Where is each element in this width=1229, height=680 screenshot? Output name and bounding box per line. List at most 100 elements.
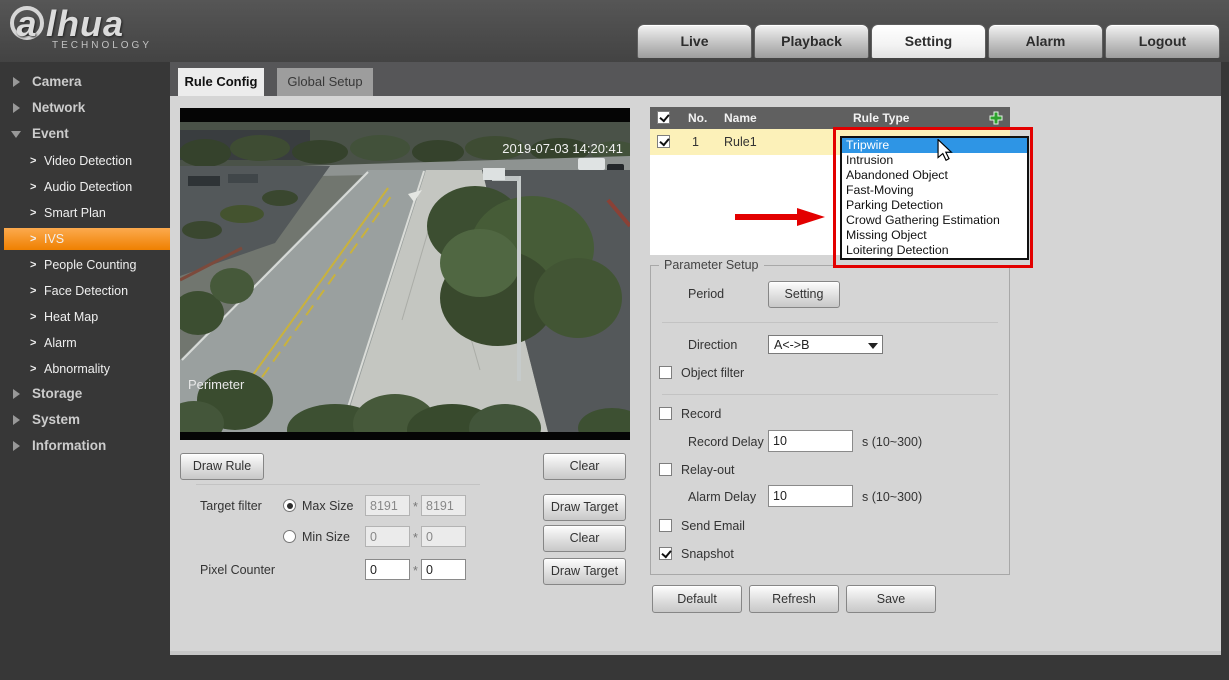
clear-rule-button[interactable]: Clear (543, 453, 626, 480)
sidebar-item-abnormality[interactable]: > Abnormality (0, 358, 170, 380)
dropdown-option-fast-moving[interactable]: Fast-Moving (842, 183, 1027, 198)
dropdown-option-loitering-detection[interactable]: Loitering Detection (842, 243, 1027, 258)
sidebar-item-label: Camera (32, 74, 82, 89)
max-size-radio[interactable] (283, 499, 296, 512)
record-delay-unit: s (10~300) (862, 435, 923, 449)
pixel-counter-label: Pixel Counter (200, 563, 276, 577)
sidebar-item-label: Face Detection (44, 284, 129, 298)
dropdown-option-missing-object[interactable]: Missing Object (842, 228, 1027, 243)
nav-live-button[interactable]: Live (637, 24, 752, 58)
sidebar-item-system[interactable]: System (0, 410, 170, 430)
sidebar-item-smart-plan[interactable]: > Smart Plan (0, 202, 170, 224)
sidebar-item-label: People Counting (44, 258, 137, 272)
object-filter-checkbox[interactable] (659, 366, 672, 379)
sidebar-item-video-detection[interactable]: > Video Detection (0, 150, 170, 172)
times-symbol: * (413, 564, 418, 578)
dropdown-option-intrusion[interactable]: Intrusion (842, 153, 1027, 168)
send-email-label: Send Email (681, 519, 745, 533)
times-symbol: * (413, 531, 418, 545)
nav-alarm-button[interactable]: Alarm (988, 24, 1103, 58)
sidebar-item-network[interactable]: Network (0, 98, 170, 118)
snapshot-checkbox[interactable] (659, 547, 672, 560)
save-button[interactable]: Save (846, 585, 936, 613)
draw-target-button[interactable]: Draw Target (543, 494, 626, 521)
sidebar-item-storage[interactable]: Storage (0, 384, 170, 404)
sidebar-item-camera[interactable]: Camera (0, 72, 170, 92)
nav-setting-button[interactable]: Setting (871, 24, 986, 58)
pixel-width-input[interactable] (365, 559, 410, 580)
logo-subtext: TECHNOLOGY (52, 40, 153, 51)
max-height-input[interactable] (421, 495, 466, 516)
sidebar-item-alarm[interactable]: > Alarm (0, 332, 170, 354)
period-label: Period (688, 287, 725, 301)
sidebar-item-event[interactable]: Event (0, 124, 170, 144)
chevron-right-icon: > (30, 155, 37, 167)
sidebar-item-label: Alarm (44, 336, 77, 350)
sidebar-item-label: System (32, 412, 81, 427)
max-width-input[interactable] (365, 495, 410, 516)
send-email-checkbox[interactable] (659, 519, 672, 532)
annotation-arrow-icon (735, 208, 825, 226)
relay-out-label: Relay-out (681, 463, 735, 477)
min-size-radio[interactable] (283, 530, 296, 543)
sidebar-item-heat-map[interactable]: > Heat Map (0, 306, 170, 328)
times-symbol: * (413, 500, 418, 514)
sidebar-item-people-counting[interactable]: > People Counting (0, 254, 170, 276)
sidebar-item-information[interactable]: Information (0, 436, 170, 456)
sidebar-item-label: IVS (44, 232, 65, 246)
target-filter-label: Target filter (200, 499, 262, 513)
record-checkbox[interactable] (659, 407, 672, 420)
camera-scene: 2019-07-03 14:20:41 Perimeter (180, 108, 630, 440)
default-button[interactable]: Default (652, 585, 742, 613)
pixel-height-input[interactable] (421, 559, 466, 580)
alarm-delay-input[interactable] (768, 485, 853, 507)
period-setting-button[interactable]: Setting (768, 281, 840, 308)
col-no: No. (688, 111, 708, 125)
chevron-right-icon: > (30, 207, 37, 219)
min-size-label: Min Size (302, 530, 350, 544)
dahua-settings-page: a lhua TECHNOLOGY Live Playback Setting A… (0, 0, 1229, 680)
alarm-delay-unit: s (10~300) (862, 490, 923, 504)
sidebar-item-ivs[interactable]: > IVS (4, 228, 170, 250)
min-width-input[interactable] (365, 526, 410, 547)
dropdown-option-parking-detection[interactable]: Parking Detection (842, 198, 1027, 213)
chevron-right-icon: > (30, 181, 37, 193)
direction-select[interactable]: A<->B (768, 335, 883, 354)
select-all-checkbox[interactable] (657, 111, 670, 124)
min-height-input[interactable] (421, 526, 466, 547)
add-rule-plus-icon[interactable] (989, 111, 1003, 125)
draw-rule-button[interactable]: Draw Rule (180, 453, 264, 480)
sidebar-item-label: Audio Detection (44, 180, 133, 194)
chevron-right-icon: > (30, 259, 37, 271)
record-delay-input[interactable] (768, 430, 853, 452)
rule-type-dropdown: Tripwire Intrusion Abandoned Object Fast… (840, 136, 1029, 260)
dropdown-option-crowd-gathering[interactable]: Crowd Gathering Estimation (842, 213, 1027, 228)
draw-target-button-2[interactable]: Draw Target (543, 558, 626, 585)
video-preview[interactable]: 2019-07-03 14:20:41 Perimeter (180, 108, 630, 440)
sidebar-item-label: Storage (32, 386, 83, 401)
dropdown-option-abandoned-object[interactable]: Abandoned Object (842, 168, 1027, 183)
sidebar-item-face-detection[interactable]: > Face Detection (0, 280, 170, 302)
rule-row-no: 1 (692, 135, 699, 149)
sidebar-item-label: Abnormality (44, 362, 110, 376)
sidebar-item-label: Event (32, 126, 69, 141)
sidebar-item-audio-detection[interactable]: > Audio Detection (0, 176, 170, 198)
nav-logout-button[interactable]: Logout (1105, 24, 1220, 58)
rule-table-header: No. Name Rule Type (650, 107, 1010, 129)
snapshot-label: Snapshot (681, 547, 734, 561)
rule-row-checkbox[interactable] (657, 135, 670, 148)
record-delay-label: Record Delay (688, 435, 764, 449)
refresh-button[interactable]: Refresh (749, 585, 839, 613)
chevron-right-icon: > (30, 233, 37, 245)
tab-rule-config[interactable]: Rule Config (178, 68, 264, 96)
nav-playback-button[interactable]: Playback (754, 24, 869, 58)
clear-target-button[interactable]: Clear (543, 525, 626, 552)
relay-out-checkbox[interactable] (659, 463, 672, 476)
sidebar-item-label: Information (32, 438, 107, 453)
col-rule-type: Rule Type (853, 111, 910, 125)
dropdown-option-tripwire[interactable]: Tripwire (842, 138, 1027, 153)
alarm-delay-label: Alarm Delay (688, 490, 757, 504)
chevron-right-icon: > (30, 363, 37, 375)
chevron-right-icon: > (30, 337, 37, 349)
tab-global-setup[interactable]: Global Setup (277, 68, 373, 96)
